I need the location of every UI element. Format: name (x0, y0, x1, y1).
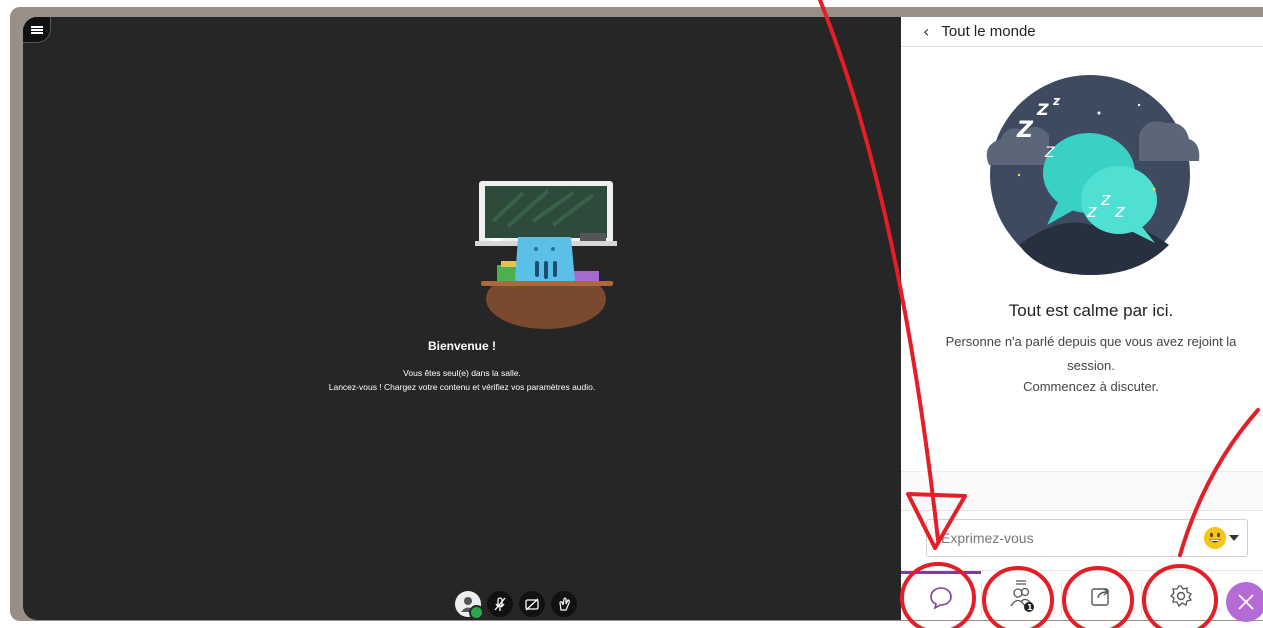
session-menu-button[interactable] (23, 17, 51, 43)
svg-text:Z: Z (1036, 100, 1049, 119)
svg-text:z: z (1114, 201, 1125, 222)
smiley-emoji-icon (1204, 527, 1226, 549)
hamburger-icon (30, 25, 43, 34)
camera-off-icon (525, 598, 539, 611)
svg-text:z: z (1086, 201, 1097, 222)
mic-off-icon (494, 597, 506, 611)
hand-icon (559, 597, 570, 611)
svg-text:Z: Z (1016, 118, 1034, 143)
raise-hand-button[interactable] (551, 591, 577, 617)
svg-text:z: z (1100, 189, 1111, 210)
chat-panel: ‹ Tout le monde Z Z z Z z z z Tout est c… (901, 17, 1263, 622)
panel-tab-bar: 1 (901, 570, 1263, 622)
tab-participants[interactable]: 1 (981, 571, 1061, 621)
leave-session-button[interactable] (1226, 582, 1263, 622)
chat-header-title: Tout le monde (941, 23, 1036, 40)
welcome-title: Bienvenue ! (427, 339, 496, 353)
gear-icon (1169, 585, 1193, 608)
status-available-icon (469, 605, 484, 620)
emoji-picker-button[interactable] (1204, 527, 1239, 549)
tab-chat[interactable] (901, 571, 981, 621)
chat-bubble-icon (930, 586, 952, 610)
tab-share-content[interactable] (1061, 571, 1141, 621)
share-icon (1091, 588, 1110, 606)
media-controls-bar (455, 591, 577, 620)
svg-text:z: z (1052, 94, 1061, 108)
chat-header: ‹ Tout le monde (901, 17, 1263, 47)
empty-state-line-3: Commencez à discuter. (1023, 379, 1159, 394)
my-status-button[interactable] (455, 591, 484, 620)
camera-button[interactable] (519, 591, 545, 617)
welcome-message-line-2: Lancez-vous ! Chargez votre contenu et v… (328, 382, 596, 392)
svg-text:Z: Z (1044, 145, 1055, 161)
chat-message-input[interactable] (939, 529, 1193, 547)
welcome-message-line-1: Vous êtes seul(e) dans la salle. (403, 368, 521, 378)
back-chevron-icon[interactable]: ‹ (923, 22, 929, 41)
participants-count-badge: 1 (1027, 603, 1033, 612)
empty-state-line-1: Personne n'a parlé depuis que vous avez … (945, 334, 1237, 349)
main-stage: Bienvenue ! Vous êtes seul(e) dans la sa… (23, 17, 901, 620)
chat-messages-spacer (901, 471, 1263, 511)
sleeping-chat-illustration: Z Z z Z z z z (986, 75, 1200, 275)
chat-compose-box (926, 519, 1248, 557)
empty-state-title: Tout est calme par ici. (1008, 301, 1174, 320)
empty-state-line-2: session. (1067, 358, 1115, 373)
microphone-button[interactable] (487, 591, 513, 617)
classroom-illustration (475, 181, 617, 329)
tab-settings[interactable] (1141, 571, 1221, 621)
participants-icon: 1 (1010, 580, 1034, 612)
chevron-down-icon (1229, 535, 1239, 541)
close-icon (1238, 594, 1254, 610)
